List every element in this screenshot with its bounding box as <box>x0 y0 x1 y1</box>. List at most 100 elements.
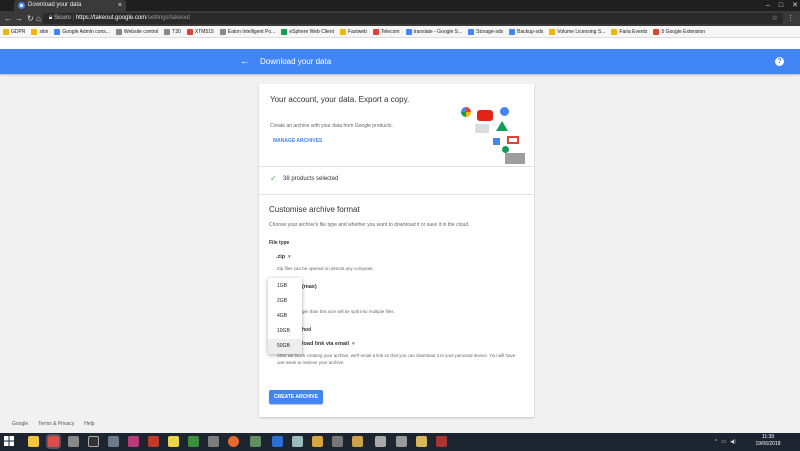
app-taskbar-icon[interactable] <box>148 436 159 447</box>
customise-description: Choose your archive's file type and whet… <box>269 222 470 228</box>
firefox-taskbar-icon[interactable] <box>228 436 239 447</box>
takeout-card <box>259 84 534 417</box>
app-taskbar-icon[interactable] <box>332 436 343 447</box>
bookmark-favicon-icon <box>653 28 660 35</box>
app-taskbar-icon[interactable] <box>375 436 386 447</box>
bookmark-label: 5 Google Extension <box>661 28 706 35</box>
footer-help-link[interactable]: Help <box>84 421 94 427</box>
file-explorer-icon[interactable] <box>28 436 39 447</box>
ie-taskbar-icon[interactable] <box>272 436 283 447</box>
photos-icon <box>461 107 471 117</box>
bookmark-item[interactable]: eSphere Web Client <box>281 28 334 35</box>
delivery-description: After we finish creating your archive, w… <box>277 353 516 365</box>
app-taskbar-icon[interactable] <box>312 436 323 447</box>
app-taskbar-icon[interactable] <box>250 436 261 447</box>
bookmark-item[interactable]: Eaton Intelligent Po... <box>219 28 275 35</box>
app-taskbar-icon[interactable] <box>68 436 79 447</box>
window-close-icon[interactable]: ✕ <box>792 0 798 11</box>
bookmark-favicon-icon <box>405 28 412 35</box>
delivery-method-select[interactable]: load link via email ▾ <box>302 341 355 347</box>
app-taskbar-icon[interactable] <box>352 436 363 447</box>
app-taskbar-icon[interactable] <box>188 436 199 447</box>
bookmark-item[interactable]: T30 <box>164 28 181 35</box>
tab-close-icon[interactable]: × <box>118 0 122 11</box>
bookmark-item[interactable]: GDPR <box>3 28 26 35</box>
archive-size-value[interactable]: (max) <box>302 284 317 290</box>
bookmark-item[interactable]: Storage-sds <box>468 28 504 35</box>
browser-tab[interactable]: Download your data × <box>14 0 126 11</box>
address-bar[interactable]: 🔒︎ Sicuro | https://takeout.google.com/s… <box>43 13 783 24</box>
bookmark-item[interactable]: Faria Events <box>611 28 648 35</box>
chrome-taskbar-icon[interactable] <box>48 436 59 447</box>
size-option-1gb[interactable]: 1GB <box>268 279 302 294</box>
bookmark-item[interactable]: 5 Google Extension <box>653 28 706 35</box>
footer: Google Terms & Privacy Help <box>12 421 95 427</box>
bookmark-item[interactable]: Telecom <box>372 28 400 35</box>
forward-nav-icon[interactable]: → <box>15 11 23 26</box>
back-nav-icon[interactable]: ← <box>4 11 12 26</box>
bookmark-label: Faria Events <box>619 28 648 35</box>
bookmark-item[interactable]: Backup-sds <box>509 28 543 35</box>
file-type-select[interactable]: .zip ▾ <box>276 254 291 260</box>
bookmark-label: GDPR <box>11 28 26 35</box>
bookmark-item[interactable]: Volume Licensing S... <box>549 28 605 35</box>
google-favicon-icon <box>18 2 25 9</box>
volume-icon[interactable]: ◀) <box>730 439 736 445</box>
clock-time: 11:39 <box>761 434 775 440</box>
reload-icon[interactable]: ↻ <box>27 11 34 26</box>
bookmark-favicon-icon <box>340 28 346 35</box>
browser-menu-icon[interactable]: ⋮ <box>787 13 794 24</box>
bookmark-star-icon[interactable]: ☆ <box>772 13 778 24</box>
arrow-left-icon[interactable]: ← <box>240 49 250 74</box>
lock-icon: 🔒︎ <box>49 15 53 21</box>
app-taskbar-icon[interactable] <box>416 436 427 447</box>
app-taskbar-icon[interactable] <box>208 436 219 447</box>
manage-archives-link[interactable]: MANAGE ARCHIVES <box>273 138 322 144</box>
file-type-value: .zip <box>276 254 286 260</box>
archive-size-hint: ger than this size will be split into mu… <box>302 309 395 314</box>
help-icon[interactable]: ? <box>775 57 784 66</box>
products-selected[interactable]: 38 products selected <box>283 176 338 182</box>
divider <box>259 166 534 167</box>
app-taskbar-icon[interactable] <box>396 436 407 447</box>
minimize-icon[interactable]: – <box>766 0 770 11</box>
footer-terms-link[interactable]: Terms & Privacy <box>38 421 74 427</box>
size-option-50gb[interactable]: 50GB <box>268 339 302 354</box>
secure-label: Sicuro <box>53 15 71 21</box>
clock[interactable]: 11:39 19/06/2018 <box>752 434 784 448</box>
bookmark-label: Storage-sds <box>476 28 504 35</box>
app-taskbar-icon[interactable] <box>168 436 179 447</box>
terminal-taskbar-icon[interactable] <box>88 436 99 447</box>
bookmark-item[interactable]: Fastweb <box>340 28 367 35</box>
home-icon[interactable]: ⌂ <box>36 11 41 26</box>
windows-start-icon[interactable] <box>4 436 14 446</box>
network-icon[interactable]: ▭ <box>721 439 726 445</box>
size-option-2gb[interactable]: 2GB <box>268 294 302 309</box>
bookmark-item[interactable]: sitni <box>31 28 48 35</box>
caret-down-icon: ▾ <box>288 254 291 260</box>
tray-up-icon[interactable]: ^ <box>715 439 717 445</box>
app-taskbar-icon[interactable] <box>436 436 447 447</box>
bookmark-favicon-icon <box>186 28 193 35</box>
bookmark-item[interactable]: XTM515 <box>186 28 214 35</box>
app-taskbar-icon[interactable] <box>108 436 119 447</box>
window-controls: – □ ✕ <box>766 0 798 11</box>
app-taskbar-icon[interactable] <box>128 436 139 447</box>
create-archive-button[interactable]: CREATE ARCHIVE <box>269 390 323 404</box>
bookmark-label: T30 <box>172 28 181 35</box>
bookmark-item[interactable]: Google Admin cons... <box>54 28 110 35</box>
bookmark-favicon-icon <box>115 28 122 35</box>
bookmark-favicon-icon <box>549 28 556 35</box>
app-taskbar-icon[interactable] <box>292 436 303 447</box>
file-type-label: File type <box>269 240 290 246</box>
size-option-4gb[interactable]: 4GB <box>268 309 302 324</box>
drive-icon <box>496 121 508 131</box>
bookmark-item[interactable]: translate - Google S... <box>405 28 462 35</box>
size-option-10gb[interactable]: 10GB <box>268 324 302 339</box>
contacts-icon <box>500 107 509 116</box>
bookmark-label: eSphere Web Client <box>289 28 334 35</box>
bookmark-item[interactable]: Website control <box>115 28 158 35</box>
maximize-icon[interactable]: □ <box>779 0 783 11</box>
bookmark-label: XTM515 <box>194 28 214 35</box>
footer-google-link[interactable]: Google <box>12 421 28 427</box>
